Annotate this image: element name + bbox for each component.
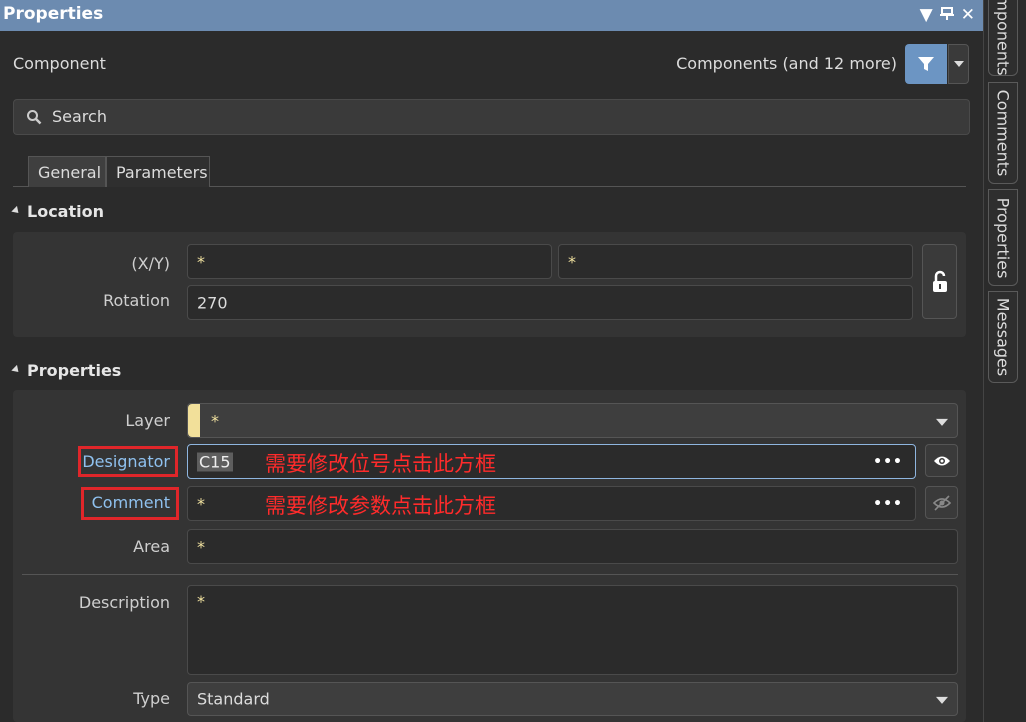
location-section-title: Location [27, 202, 104, 221]
properties-panel: Properties ▼ ✕ Component Components (and… [0, 0, 983, 722]
description-field[interactable]: * [187, 585, 958, 675]
lock-button[interactable] [922, 244, 957, 319]
selection-filter-text: Components (and 12 more) [676, 54, 897, 73]
side-tab-properties[interactable]: Properties [988, 189, 1018, 286]
eye-icon [933, 456, 950, 465]
pin-icon[interactable] [939, 4, 955, 26]
panel-menu-icon[interactable]: ▼ [920, 4, 933, 26]
rotation-label: Rotation [103, 291, 170, 310]
more-options-icon[interactable]: ••• [873, 454, 903, 470]
area-field[interactable]: * [187, 529, 958, 564]
properties-section-title: Properties [27, 361, 122, 380]
titlebar-controls: ▼ ✕ [920, 4, 975, 26]
area-label: Area [133, 537, 170, 556]
chevron-down-icon [953, 61, 964, 67]
layer-color-swatch [188, 404, 200, 437]
section-divider [22, 574, 958, 575]
rotation-field[interactable]: 270 [187, 285, 913, 320]
location-section-header[interactable]: Location [11, 202, 104, 221]
side-tab-components-label: Components [993, 0, 1013, 76]
layer-dropdown[interactable]: * [187, 403, 958, 438]
filter-icon [918, 57, 934, 71]
collapse-triangle-icon [11, 364, 22, 375]
more-options-icon[interactable]: ••• [873, 496, 903, 512]
y-field[interactable]: * [558, 244, 913, 279]
type-label: Type [133, 689, 170, 708]
side-tab-messages[interactable]: Messages [988, 291, 1018, 383]
comment-label: Comment [91, 493, 170, 512]
layer-value: * [211, 411, 219, 430]
type-value: Standard [197, 689, 270, 709]
side-tab-comments[interactable]: Comments [988, 82, 1018, 184]
tab-bar: General Parameters [13, 156, 966, 187]
side-tab-comments-label: Comments [993, 89, 1013, 177]
tab-parameters[interactable]: Parameters [106, 156, 210, 187]
unlock-icon [932, 270, 947, 292]
designator-value: C15 [197, 452, 233, 471]
x-field[interactable]: * [187, 244, 552, 279]
properties-section-header[interactable]: Properties [11, 361, 122, 380]
side-tab-properties-label: Properties [993, 197, 1013, 278]
designator-label: Designator [82, 452, 170, 471]
area-value: * [197, 537, 205, 556]
type-dropdown[interactable]: Standard [187, 682, 958, 716]
designator-visibility-button[interactable] [925, 444, 958, 477]
filter-button[interactable] [905, 44, 947, 84]
side-tab-messages-label: Messages [993, 297, 1013, 377]
chevron-down-icon [936, 696, 948, 704]
designator-annotation: 需要修改位号点击此方框 [265, 452, 496, 476]
x-value: * [197, 252, 205, 271]
eye-hidden-icon [932, 494, 951, 511]
rotation-value: 270 [197, 293, 228, 312]
comment-annotation: 需要修改参数点击此方框 [265, 494, 496, 518]
filter-dropdown-button[interactable] [948, 44, 969, 84]
search-input[interactable]: Search [52, 107, 107, 126]
collapse-triangle-icon [11, 205, 22, 216]
side-tab-strip: Components Comments Properties Messages [983, 0, 1026, 722]
tab-general[interactable]: General [28, 156, 106, 187]
panel-titlebar[interactable]: Properties ▼ ✕ [0, 0, 983, 31]
y-value: * [568, 252, 576, 271]
layer-label: Layer [125, 411, 170, 430]
side-tab-components[interactable]: Components [988, 0, 1018, 76]
object-kind-label: Component [13, 54, 106, 73]
comment-value: * [197, 494, 205, 513]
xy-label: (X/Y) [131, 254, 170, 273]
description-label: Description [78, 593, 170, 612]
description-value: * [197, 592, 205, 611]
search-box[interactable]: Search [13, 99, 970, 135]
chevron-down-icon [936, 418, 948, 426]
search-icon [26, 109, 42, 129]
comment-visibility-button[interactable] [925, 486, 958, 519]
panel-title: Properties [3, 4, 104, 24]
close-icon[interactable]: ✕ [961, 4, 975, 26]
